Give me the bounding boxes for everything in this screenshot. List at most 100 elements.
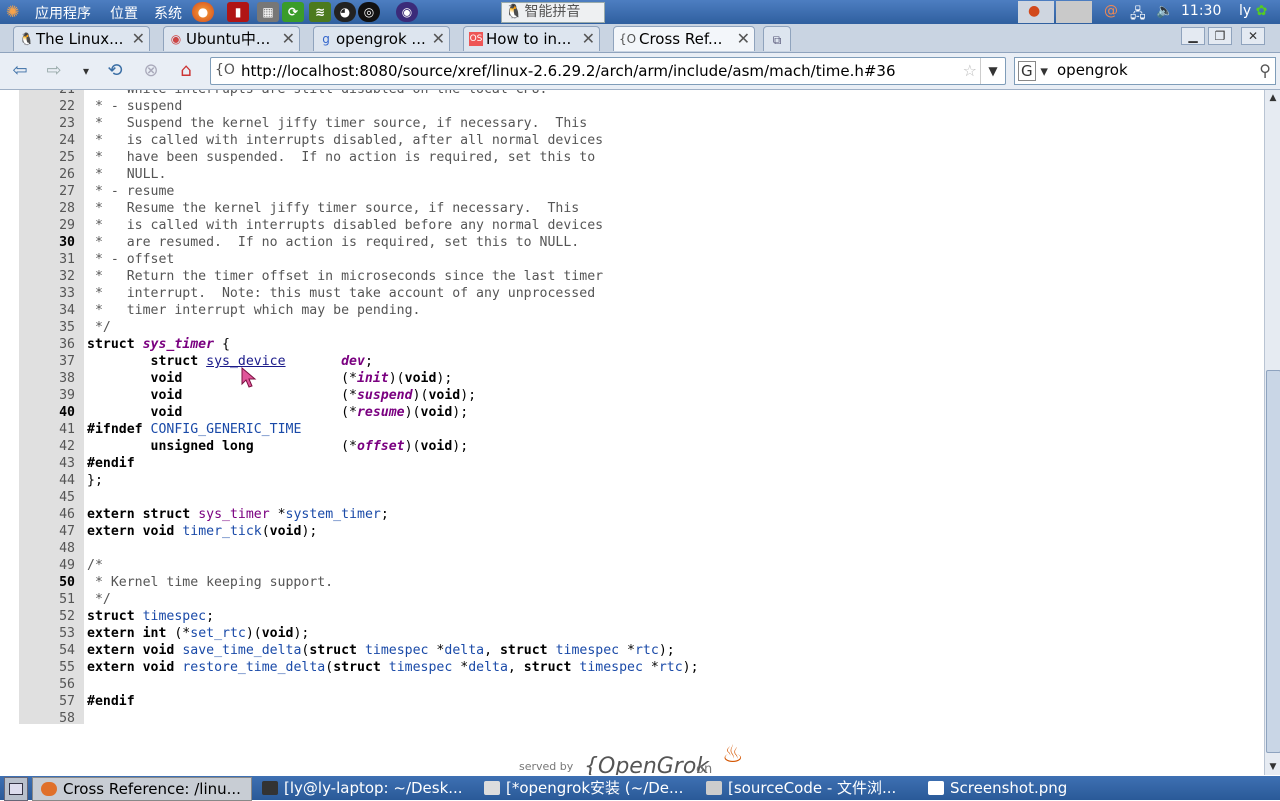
taskbar-item-editor[interactable]: [*opengrok安装 (~/De... — [476, 777, 694, 799]
ubuntu-logo-icon[interactable]: ✺ — [6, 2, 19, 21]
taskbar-item-terminal[interactable]: [ly@ly-laptop: ~/Desk... — [254, 777, 472, 799]
line-number-link[interactable]: 39 — [19, 387, 75, 404]
tab-cross-reference[interactable]: {O Cross Ref... ✕ — [613, 26, 755, 51]
stop-button[interactable]: ⊗ — [139, 59, 163, 83]
line-number-link[interactable]: 28 — [19, 200, 75, 217]
menu-system[interactable]: 系统 — [154, 3, 182, 23]
java-logo-icon[interactable]: ♨ — [722, 740, 744, 768]
line-number-link[interactable]: 37 — [19, 353, 75, 370]
line-number-link[interactable]: 42 — [19, 438, 75, 455]
volume-icon[interactable]: 🔈 — [1156, 3, 1173, 19]
input-method-indicator[interactable]: 🐧 智能拼音 — [501, 2, 605, 23]
reload-button[interactable]: ⟲ — [103, 59, 127, 83]
line-number-link[interactable]: 47 — [19, 523, 75, 540]
show-desktop-button[interactable] — [4, 777, 28, 801]
eclipse-launcher-icon[interactable]: ◉ — [396, 2, 418, 22]
symbol-link[interactable]: delta — [444, 643, 484, 658]
tray-firefox-icon[interactable]: ● — [1018, 1, 1054, 23]
line-number-link[interactable]: 54 — [19, 642, 75, 659]
line-number-link[interactable]: 53 — [19, 625, 75, 642]
symbol-link[interactable]: save_time_delta — [182, 643, 301, 658]
line-number-link[interactable]: 46 — [19, 506, 75, 523]
line-number-link[interactable]: 33 — [19, 285, 75, 302]
home-button[interactable]: ⌂ — [174, 59, 198, 83]
line-number-link[interactable]: 22 — [19, 98, 75, 115]
url-dropdown-button[interactable]: ▼ — [980, 58, 1005, 84]
search-icon[interactable]: ⚲ — [1259, 61, 1271, 80]
line-number-link[interactable]: 52 — [19, 608, 75, 625]
symbol-link[interactable]: timer_tick — [182, 524, 261, 539]
symbol-link[interactable]: restore_time_delta — [182, 660, 325, 675]
forward-button[interactable]: ⇨ — [42, 59, 66, 83]
close-icon[interactable]: ✕ — [432, 27, 445, 51]
clock[interactable]: 11:30 — [1181, 3, 1221, 19]
line-number-link[interactable]: 24 — [19, 132, 75, 149]
line-number-link[interactable]: 38 — [19, 370, 75, 387]
line-number-link[interactable]: 51 — [19, 591, 75, 608]
maximize-button[interactable]: ❐ — [1208, 27, 1232, 45]
audio-launcher-icon[interactable]: ◎ — [358, 2, 380, 22]
site-identity-icon[interactable]: {O — [215, 62, 235, 78]
line-number-link[interactable]: 56 — [19, 676, 75, 693]
minimize-button[interactable]: ▁ — [1181, 27, 1205, 45]
swirl-icon[interactable]: @ — [1104, 3, 1118, 19]
tab-how-to[interactable]: OS How to in... ✕ — [463, 26, 600, 51]
tab-linux[interactable]: 🐧 The Linux... ✕ — [13, 26, 150, 51]
line-number-link[interactable]: 32 — [19, 268, 75, 285]
menu-places[interactable]: 位置 — [110, 3, 138, 23]
symbol-link[interactable]: sys_timer — [198, 507, 269, 522]
line-number-link[interactable]: 29 — [19, 217, 75, 234]
tab-ubuntu[interactable]: ◉ Ubuntu中... ✕ — [163, 26, 300, 51]
symbol-link[interactable]: delta — [468, 660, 508, 675]
line-number-link[interactable]: 55 — [19, 659, 75, 676]
line-number-link[interactable]: 43 — [19, 455, 75, 472]
new-tab-button[interactable]: ⧉ — [763, 26, 791, 51]
scroll-thumb[interactable] — [1266, 370, 1280, 753]
scroll-up-arrow-icon[interactable]: ▲ — [1265, 91, 1280, 105]
line-number-link[interactable]: 50 — [19, 574, 75, 591]
opengrok-logo[interactable]: {OpenGrok — [584, 754, 709, 775]
line-number-link[interactable]: 35 — [19, 319, 75, 336]
line-number-link[interactable]: 57 — [19, 693, 75, 710]
close-icon[interactable]: ✕ — [282, 27, 295, 51]
menu-applications[interactable]: 应用程序 — [35, 3, 91, 23]
line-number-link[interactable]: 49 — [19, 557, 75, 574]
line-number-link[interactable]: 25 — [19, 149, 75, 166]
symbol-link[interactable]: timespec — [143, 609, 207, 624]
line-number-link[interactable]: 58 — [19, 710, 75, 727]
line-number-link[interactable]: 48 — [19, 540, 75, 557]
symbol-link[interactable]: set_rtc — [190, 626, 246, 641]
search-bar[interactable]: G ▾ ⚲ — [1014, 57, 1276, 85]
line-number-link[interactable]: 23 — [19, 115, 75, 132]
symbol-link[interactable]: CONFIG_GENERIC_TIME — [151, 422, 302, 437]
history-dropdown-button[interactable]: ▾ — [74, 59, 98, 83]
search-engine-selector[interactable]: G ▾ — [1018, 61, 1052, 81]
tab-opengrok-search[interactable]: g opengrok ... ✕ — [313, 26, 450, 51]
line-number-link[interactable]: 45 — [19, 489, 75, 506]
line-number-link[interactable]: 21 — [19, 90, 75, 98]
symbol-link[interactable]: system_timer — [286, 507, 381, 522]
symbol-link[interactable]: rtc — [635, 643, 659, 658]
url-bar[interactable]: {O http://localhost:8080/source/xref/lin… — [210, 57, 1006, 85]
line-number-link[interactable]: 34 — [19, 302, 75, 319]
network-launcher-icon[interactable]: ▦ — [257, 2, 279, 22]
bookmark-star-icon[interactable]: ☆ — [963, 61, 977, 80]
taskbar-item-file-browser[interactable]: [sourceCode - 文件浏... — [698, 777, 916, 799]
close-icon[interactable]: ✕ — [582, 27, 595, 51]
back-button[interactable]: ⇦ — [8, 59, 32, 83]
url-text[interactable]: http://localhost:8080/source/xref/linux-… — [241, 62, 896, 80]
line-number-link[interactable]: 26 — [19, 166, 75, 183]
qq-launcher-icon[interactable]: ◕ — [334, 2, 356, 22]
line-number-link[interactable]: 44 — [19, 472, 75, 489]
symbol-link[interactable]: timespec — [579, 660, 643, 675]
update-launcher-icon[interactable]: ⟳ — [282, 2, 304, 22]
line-number-link[interactable]: 31 — [19, 251, 75, 268]
line-number-link[interactable]: 30 — [19, 234, 75, 251]
firefox-launcher-icon[interactable]: ● — [192, 2, 214, 22]
taskbar-item-screenshot[interactable]: Screenshot.png — [920, 777, 1138, 799]
symbol-link[interactable]: timespec — [556, 643, 620, 658]
line-number-link[interactable]: 36 — [19, 336, 75, 353]
app-launcher-icon[interactable]: ▮ — [227, 2, 249, 22]
scroll-down-arrow-icon[interactable]: ▼ — [1265, 760, 1280, 774]
close-window-button[interactable]: ✕ — [1241, 27, 1265, 45]
